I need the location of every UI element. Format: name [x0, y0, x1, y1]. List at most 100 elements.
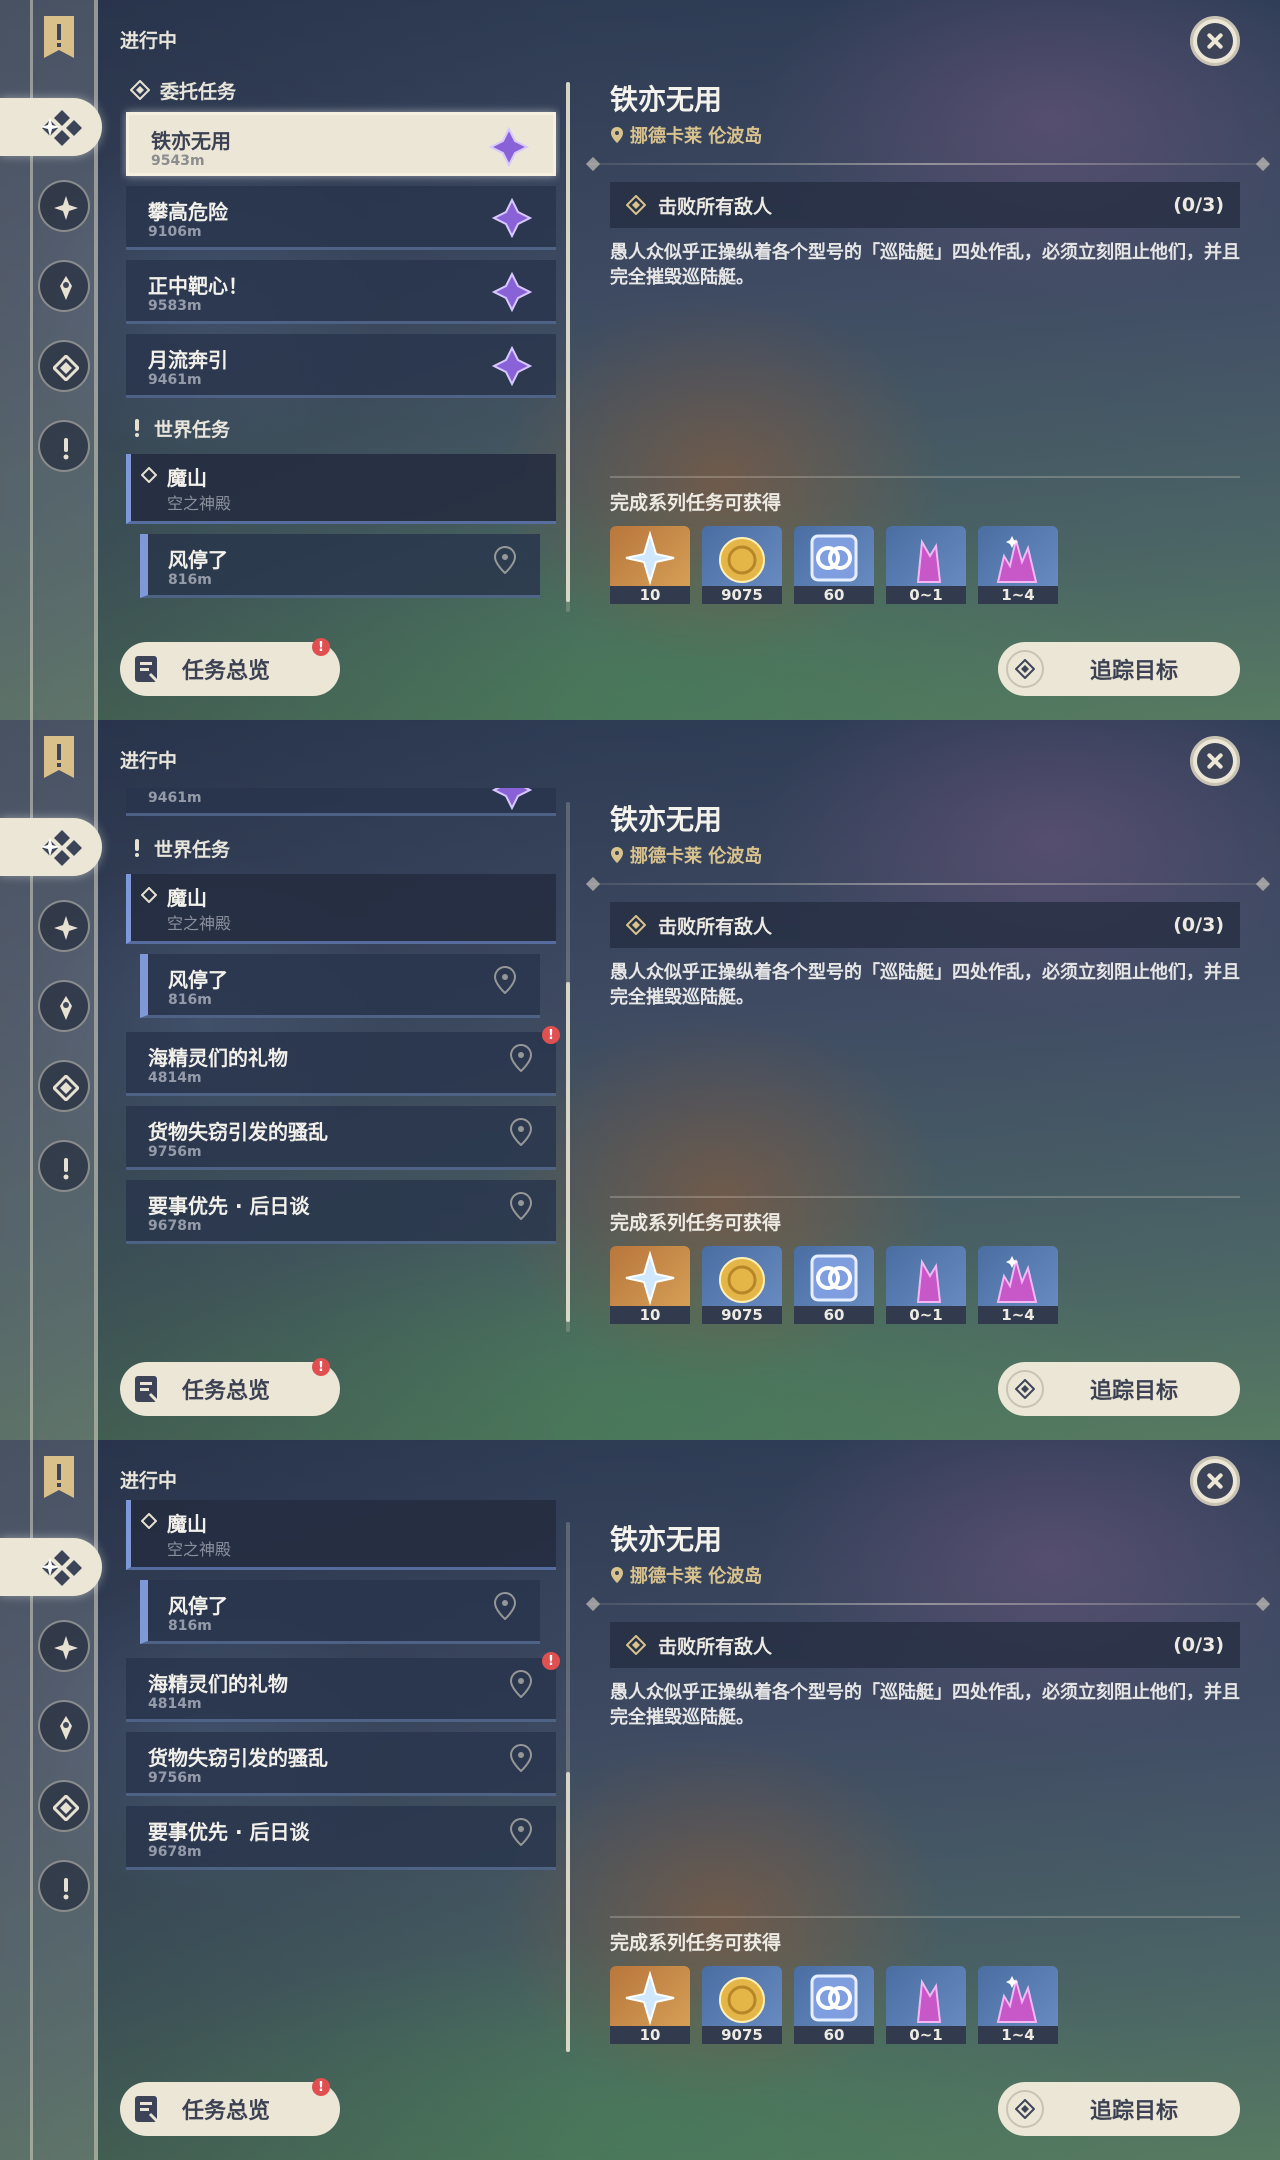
quest-distance: 4814m: [148, 1070, 202, 1086]
category-world-icon[interactable]: [38, 1780, 90, 1832]
quest-distance: 9461m: [148, 790, 202, 806]
reward-item[interactable]: 9075: [702, 1246, 782, 1324]
close-button[interactable]: [1190, 16, 1240, 66]
quest-card[interactable]: 货物失窃引发的骚乱 9756m: [126, 1732, 556, 1796]
commission-star-icon: [492, 788, 532, 810]
crystal-cluster-icon: [996, 536, 1038, 583]
quest-step-card[interactable]: 风停了 816m: [140, 954, 540, 1018]
quest-subtitle: 空之神殿: [167, 914, 232, 933]
reward-quantity: 0~1: [886, 1306, 966, 1324]
reward-item[interactable]: 60: [794, 526, 874, 604]
quest-description: 愚人众似乎正操纵着各个型号的「巡陆艇」四处作乱，必须立刻阻止他们，并且完全摧毁巡…: [610, 242, 1240, 288]
objective-diamond-icon: [626, 1635, 646, 1655]
reward-item[interactable]: 60: [794, 1966, 874, 2044]
reward-item[interactable]: 10: [610, 526, 690, 604]
quest-title: 月流奔引: [148, 348, 228, 372]
reward-item[interactable]: 1~4: [978, 1966, 1058, 2044]
quest-card[interactable]: 要事优先 · 后日谈 9678m: [126, 1806, 556, 1870]
quest-title: 攀高危险: [148, 200, 228, 224]
quest-overview-button[interactable]: 任务总览 !: [120, 638, 340, 696]
reward-item[interactable]: 9075: [702, 1966, 782, 2044]
primogem-icon: [625, 1250, 675, 1306]
world-quest-card[interactable]: 魔山 空之神殿: [126, 1500, 556, 1570]
category-archon-icon[interactable]: [38, 180, 90, 232]
world-quest-card[interactable]: 魔山 空之神殿: [126, 874, 556, 944]
track-target-button[interactable]: 追踪目标: [998, 2082, 1240, 2136]
quest-card[interactable]: 货物失窃引发的骚乱 9756m: [126, 1106, 556, 1170]
reward-item[interactable]: 0~1: [886, 1966, 966, 2044]
category-commission-active[interactable]: [0, 1538, 102, 1596]
quest-location: 挪德卡莱 伦波岛: [610, 1562, 762, 1588]
quest-card[interactable]: 9461m: [126, 788, 556, 816]
category-event-icon[interactable]: [38, 1140, 90, 1192]
quest-banner-icon[interactable]: [42, 734, 76, 780]
quest-card[interactable]: 海精灵们的礼物 4814m !: [126, 1026, 560, 1096]
reward-item[interactable]: 9075: [702, 526, 782, 604]
close-icon: [1197, 23, 1233, 59]
quest-subtitle: 空之神殿: [167, 1540, 232, 1559]
quest-card[interactable]: 铁亦无用 9543m: [126, 112, 556, 176]
quest-title: 要事优先 · 后日谈: [148, 1820, 310, 1844]
quest-card[interactable]: 正中靶心！ 9583m: [126, 260, 556, 324]
alert-badge: !: [312, 2078, 330, 2096]
quest-title: 要事优先 · 后日谈: [148, 1194, 310, 1218]
close-button[interactable]: [1190, 1456, 1240, 1506]
quest-distance: 9106m: [148, 224, 202, 240]
commission-star-icon: [492, 346, 532, 386]
category-commission-active[interactable]: [0, 818, 102, 876]
sparkle-icon: [40, 1557, 60, 1577]
reward-item[interactable]: 10: [610, 1246, 690, 1324]
category-rail: [0, 1440, 102, 2160]
category-story-icon[interactable]: [38, 1700, 90, 1752]
quest-description: 愚人众似乎正操纵着各个型号的「巡陆艇」四处作乱，必须立刻阻止他们，并且完全摧毁巡…: [610, 962, 1240, 1008]
quest-card[interactable]: 要事优先 · 后日谈 9678m: [126, 1180, 556, 1244]
quest-list-scrollbar[interactable]: [566, 82, 570, 612]
category-story-icon[interactable]: [38, 260, 90, 312]
category-event-icon[interactable]: [38, 420, 90, 472]
quest-list-scrollbar[interactable]: [566, 802, 570, 1332]
quest-step-card[interactable]: 风停了 816m: [140, 1580, 540, 1644]
quest-banner-icon[interactable]: [42, 1454, 76, 1500]
category-commission-active[interactable]: [0, 98, 102, 156]
reward-item[interactable]: 60: [794, 1246, 874, 1324]
reward-item[interactable]: 1~4: [978, 526, 1058, 604]
section-world: 世界任务: [130, 834, 230, 862]
sparkle-icon: [40, 837, 60, 857]
category-archon-icon[interactable]: [38, 900, 90, 952]
quest-overview-label: 任务总览: [182, 659, 271, 684]
reward-item[interactable]: 1~4: [978, 1246, 1058, 1324]
track-target-button[interactable]: 追踪目标: [998, 642, 1240, 696]
section-commission: 委托任务: [130, 76, 236, 104]
quest-card[interactable]: 月流奔引 9461m: [126, 334, 556, 398]
reward-item[interactable]: 0~1: [886, 1246, 966, 1324]
close-icon: [1197, 743, 1233, 779]
reward-quantity: 60: [794, 586, 874, 604]
reward-divider: [610, 1196, 1240, 1198]
reward-item[interactable]: 10: [610, 1966, 690, 2044]
quest-distance: 9678m: [148, 1844, 202, 1860]
crystal-chunk-icon: [916, 1978, 942, 2023]
close-button[interactable]: [1190, 736, 1240, 786]
quest-overview-button[interactable]: 任务总览 !: [120, 1358, 340, 1416]
category-archon-icon[interactable]: [38, 1620, 90, 1672]
quest-card[interactable]: 攀高危险 9106m: [126, 186, 556, 250]
primogem-icon: [625, 530, 675, 586]
reward-divider: [610, 1916, 1240, 1918]
category-world-icon[interactable]: [38, 1060, 90, 1112]
mora-icon: [719, 1977, 765, 2023]
category-story-icon[interactable]: [38, 980, 90, 1032]
category-event-icon[interactable]: [38, 1860, 90, 1912]
primogem-icon: [625, 1970, 675, 2026]
world-quest-card[interactable]: 魔山 空之神殿: [126, 454, 556, 524]
quest-list-scrollbar[interactable]: [566, 1522, 570, 2052]
quest-overview-button[interactable]: 任务总览 !: [120, 2078, 340, 2136]
alert-badge: !: [542, 1652, 560, 1670]
quest-step-card[interactable]: 风停了 816m: [140, 534, 540, 598]
track-target-button[interactable]: 追踪目标: [998, 1362, 1240, 1416]
quest-banner-icon[interactable]: [42, 14, 76, 60]
objective-count: (0/3): [1173, 914, 1224, 936]
category-world-icon[interactable]: [38, 340, 90, 392]
reward-item[interactable]: 0~1: [886, 526, 966, 604]
quest-location: 挪德卡莱 伦波岛: [610, 842, 762, 868]
quest-card[interactable]: 海精灵们的礼物 4814m !: [126, 1652, 560, 1722]
